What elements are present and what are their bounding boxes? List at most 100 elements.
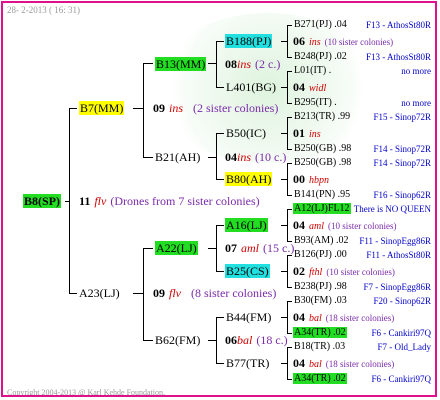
g4-bottom-label: A34(TR) .02 <box>293 373 347 384</box>
g4-bottom-origin: F13 - AthosSt80R <box>365 52 431 62</box>
g4-bottom-label: B295(IT) . <box>294 97 337 108</box>
a23-label: A23(LJ) <box>79 286 120 300</box>
b7-note: (2 sister colonies) <box>193 101 279 115</box>
g4-top-row[interactable]: L01(IT) . <box>293 64 332 78</box>
g4-bottom-origin: F14 - Sinop72R <box>373 144 431 154</box>
g4-top-row[interactable]: B30(FM) .03 <box>293 294 348 308</box>
g4-num: 01 <box>293 126 305 140</box>
root-gen: flv <box>94 194 107 208</box>
b13-gen: ins <box>237 57 252 71</box>
g4-note: (18 sister colonies) <box>325 359 395 369</box>
g4-gen: fthl <box>309 267 323 278</box>
g4-top-label: B250(GB) .98 <box>294 157 352 168</box>
g4-top-origin: F11 - AthosSt80R <box>366 250 431 260</box>
b7-node[interactable]: B7(MM) <box>79 101 125 115</box>
g4-gen: hbpn <box>309 175 329 186</box>
g4-bottom-row[interactable]: A34(TR) .02 <box>293 326 347 340</box>
b13-node[interactable]: B13(MM) <box>155 57 207 71</box>
g4-gen: widl <box>309 83 327 94</box>
g3-label: B25(CS) <box>225 264 270 278</box>
a22-mating: 07 aml (15 c.) <box>225 241 294 255</box>
g3-label: B80(AH) <box>225 172 273 186</box>
g4-top-label: B18(TR) .03 <box>294 341 346 352</box>
g4-gen: aml <box>309 221 324 232</box>
g4-mating-row: 00 hbpn <box>293 172 329 188</box>
g3-node-5[interactable]: B25(CS) <box>225 264 270 278</box>
g4-top-label: B271(PJ) .04 <box>294 19 347 30</box>
g4-top-label: B126(PJ) .00 <box>294 249 347 260</box>
g3-label: B50(IC) <box>226 126 266 140</box>
root-node[interactable]: B8(SP) <box>23 194 61 208</box>
g4-gen: bal <box>309 313 322 324</box>
b13-note: (2 c.) <box>255 57 281 71</box>
g4-bottom-origin: F11 - SinopEgg86R <box>359 236 431 246</box>
g4-num: 00 <box>293 172 305 186</box>
g4-bottom-label: B238(PJ) .98 <box>294 281 347 292</box>
g3-node-6[interactable]: B44(FM) <box>225 310 272 324</box>
g4-top-label: B213(TR) .99 <box>294 111 351 122</box>
g3-label: A16(LJ) <box>225 218 268 232</box>
g4-num: 02 <box>293 264 305 278</box>
g3-node-4[interactable]: A16(LJ) <box>225 218 268 232</box>
g4-top-row[interactable]: B213(TR) .99 <box>293 110 351 124</box>
g4-bottom-label: B141(PN) .95 <box>294 189 351 200</box>
a23-mating: 09 flv (8 sister colonies) <box>153 286 276 300</box>
g4-mating-row: 02 fthl (10 sister colonies) <box>293 264 395 280</box>
g4-top-row[interactable]: B126(PJ) .00 <box>293 248 348 262</box>
b62-mating: 06bal (18 c.) <box>225 333 288 347</box>
g3-label: B77(TR) <box>226 356 270 370</box>
g4-mating-row: 04 bal (18 sister colonies) <box>293 356 394 372</box>
b62-node[interactable]: B62(FM) <box>155 333 200 347</box>
g4-bottom-label: B93(AM) .02 <box>294 235 349 246</box>
root-num: 11 <box>79 194 91 208</box>
g4-bottom-origin: F7 - SinopEgg86R <box>363 282 431 292</box>
g4-num: 04 <box>293 80 305 94</box>
b21-mating: 04ins (10 c.) <box>225 150 286 164</box>
b21-gen: ins <box>237 150 252 164</box>
g3-node-3[interactable]: B80(AH) <box>225 172 273 186</box>
g4-top-row[interactable]: A12(LJ)FL12 <box>293 202 351 216</box>
g4-top-origin: F14 - Sinop72R <box>373 158 431 168</box>
g4-top-origin: F15 - Sinop72R <box>373 112 431 122</box>
g4-top-row[interactable]: B18(TR) .03 <box>293 340 346 354</box>
g4-bottom-origin: F6 - Cankiri97Q <box>371 328 432 338</box>
g4-top-row[interactable]: B271(PJ) .04 <box>293 18 348 32</box>
g4-bottom-label: A34(TR) .02 <box>293 327 347 338</box>
footer-copyright: Copyright 2004-2013 @ Karl Kehde Foundat… <box>7 388 166 397</box>
g4-bottom-row[interactable]: B248(PJ) .02 <box>293 50 348 64</box>
g4-gen: bal <box>309 359 322 370</box>
a22-node[interactable]: A22(LJ) <box>155 241 198 255</box>
b21-node[interactable]: B21(AH) <box>155 150 200 164</box>
g3-node-1[interactable]: L401(BG) <box>225 80 277 94</box>
g3-label: L401(BG) <box>226 80 276 94</box>
g4-note: (10 sister colonies) <box>328 221 397 231</box>
g4-bottom-row[interactable]: A34(TR) .02 <box>293 372 347 386</box>
b21-label: B21(AH) <box>155 150 201 164</box>
a23-node[interactable]: A23(LJ) <box>79 286 120 300</box>
g4-top-origin: F13 - AthosSt80R <box>365 20 431 30</box>
g3-node-0[interactable]: B188(PJ) <box>225 34 273 48</box>
g4-bottom-row[interactable]: B93(AM) .02 <box>293 234 349 248</box>
g4-mating-row: 04 aml (10 sister colonies) <box>293 218 396 234</box>
b13-mating: 08ins (2 c.) <box>225 57 280 71</box>
g4-bottom-row[interactable]: B238(PJ) .98 <box>293 280 348 294</box>
g4-mating-row: 04 bal (18 sister colonies) <box>293 310 394 326</box>
root-label: B8(SP) <box>23 194 61 208</box>
g4-note: (10 sister colonies) <box>326 267 395 277</box>
b7-mating: 09 ins (2 sister colonies) <box>153 101 278 115</box>
b62-gen: bal <box>237 333 253 347</box>
g4-gen: ins <box>309 37 321 48</box>
g4-top-row[interactable]: B250(GB) .98 <box>293 156 352 170</box>
g4-gen: ins <box>309 129 321 140</box>
g4-bottom-row[interactable]: B250(GB) .98 <box>293 142 352 156</box>
g3-node-7[interactable]: B77(TR) <box>225 356 270 370</box>
g4-num: 04 <box>293 356 305 370</box>
g4-top-label: L01(IT) . <box>294 65 332 76</box>
g3-node-2[interactable]: B50(IC) <box>225 126 267 140</box>
g4-bottom-row[interactable]: B295(IT) . <box>293 96 338 110</box>
g4-mating-row: 01 ins <box>293 126 321 142</box>
a22-gen: aml <box>241 241 259 255</box>
g4-mating-row: 06 ins (10 sister colonies) <box>293 34 393 50</box>
g4-top-origin: There is NO QUEEN <box>353 204 431 214</box>
g4-bottom-row[interactable]: B141(PN) .95 <box>293 188 351 202</box>
